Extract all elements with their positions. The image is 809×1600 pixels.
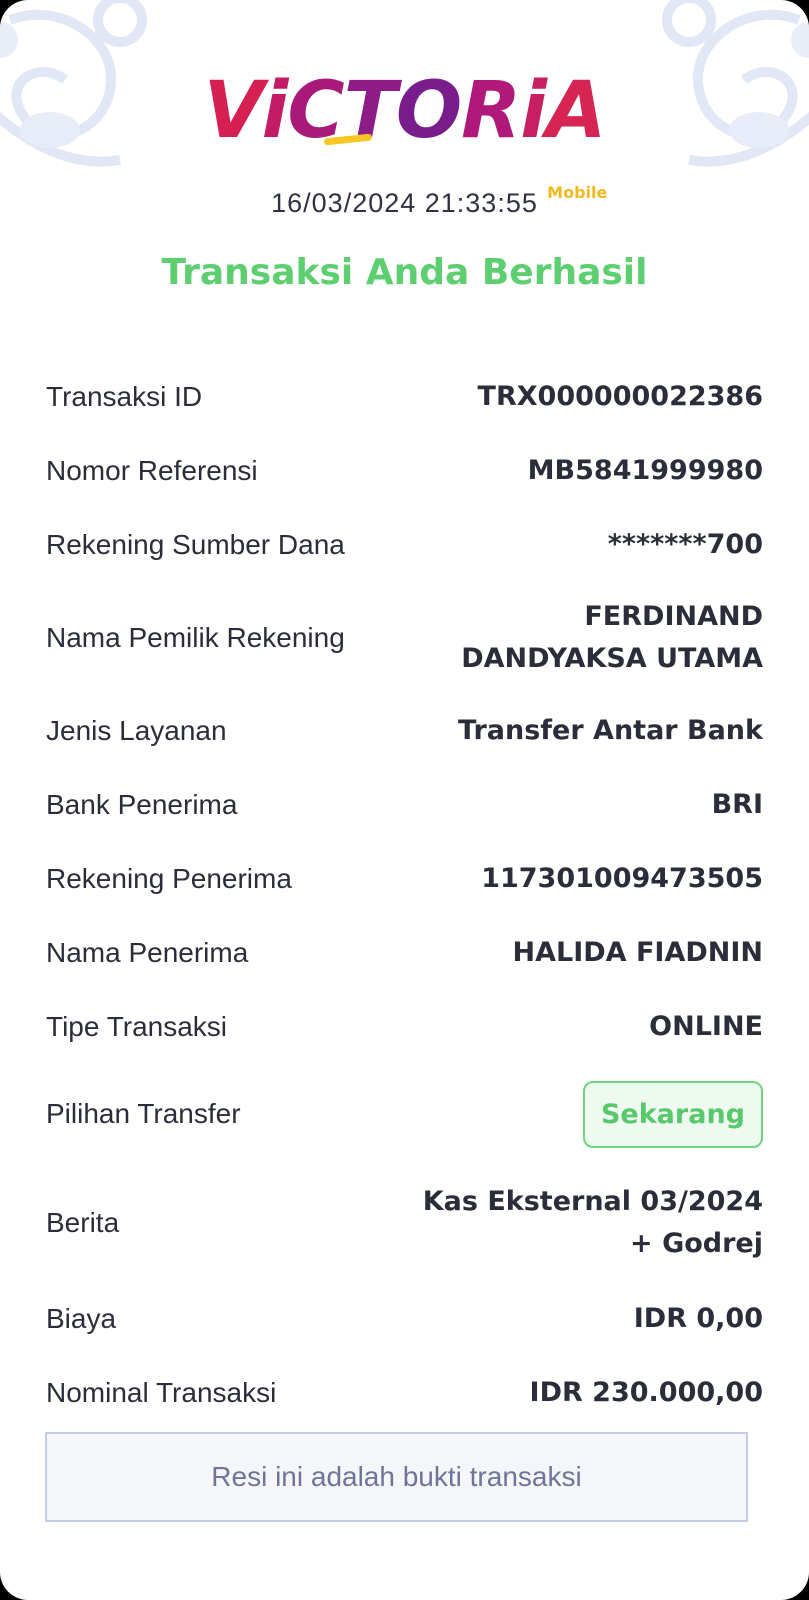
detail-label: Bank Penerima bbox=[46, 789, 238, 820]
detail-label: Berita bbox=[46, 1207, 120, 1238]
detail-row-recipient-name: Nama Penerima HALIDA FIADNIN bbox=[46, 916, 763, 990]
detail-value: IDR 0,00 bbox=[633, 1303, 763, 1334]
transaction-details: Transaksi ID TRX000000022386 Nomor Refer… bbox=[46, 360, 763, 1430]
logo-letter: i bbox=[261, 66, 289, 156]
detail-row-account-owner: Nama Pemilik Rekening FERDINAND DANDYAKS… bbox=[46, 582, 763, 694]
detail-value: BRI bbox=[711, 789, 763, 820]
detail-label: Rekening Penerima bbox=[46, 863, 292, 894]
brand-logo: ViCTORiA Mobile bbox=[0, 66, 809, 202]
detail-value: MB5841999980 bbox=[527, 455, 763, 486]
detail-row-fee: Biaya IDR 0,00 bbox=[46, 1282, 763, 1356]
detail-row-transaction-id: Transaksi ID TRX000000022386 bbox=[46, 360, 763, 434]
brand-logo-text: ViCTORiA Mobile bbox=[203, 66, 608, 202]
detail-row-transaction-type: Tipe Transaksi ONLINE bbox=[46, 990, 763, 1064]
detail-value-line: Kas Eksternal 03/2024 bbox=[422, 1186, 763, 1217]
detail-value-line: FERDINAND bbox=[584, 601, 763, 632]
detail-value: *******700 bbox=[607, 529, 763, 560]
logo-letters: ViCTORiA bbox=[203, 66, 607, 156]
detail-label: Nominal Transaksi bbox=[46, 1377, 277, 1408]
detail-value: Transfer Antar Bank bbox=[458, 715, 763, 746]
detail-value: 117301009473505 bbox=[481, 863, 763, 894]
detail-value: ONLINE bbox=[649, 1011, 763, 1042]
transfer-option-badge: Sekarang bbox=[582, 1080, 763, 1148]
transaction-datetime: 16/03/2024 21:33:55 bbox=[271, 188, 538, 218]
detail-label: Nama Penerima bbox=[46, 937, 249, 968]
detail-label: Jenis Layanan bbox=[46, 715, 227, 746]
detail-label: Transaksi ID bbox=[46, 381, 203, 412]
logo-letter: O bbox=[395, 66, 462, 156]
detail-row-source-account: Rekening Sumber Dana *******700 bbox=[46, 508, 763, 582]
logo-letter: i bbox=[520, 66, 547, 156]
detail-row-message: Berita Kas Eksternal 03/2024 + Godrej bbox=[46, 1164, 763, 1282]
detail-value-line: + Godrej bbox=[630, 1228, 763, 1259]
receipt-proof-note: Resi ini adalah bukti transaksi bbox=[45, 1432, 748, 1522]
logo-letter: R bbox=[461, 66, 521, 156]
detail-row-transfer-option: Pilihan Transfer Sekarang bbox=[46, 1064, 763, 1164]
receipt-screen: ViCTORiA Mobile 16/03/2024 21:33:55 Tran… bbox=[0, 0, 809, 1600]
detail-label: Biaya bbox=[46, 1303, 117, 1334]
transaction-status-title: Transaksi Anda Berhasil bbox=[161, 252, 648, 293]
detail-label: Pilihan Transfer bbox=[46, 1098, 241, 1129]
detail-row-recipient-bank: Bank Penerima BRI bbox=[46, 768, 763, 842]
detail-row-recipient-account: Rekening Penerima 117301009473505 bbox=[46, 842, 763, 916]
detail-value-line: DANDYAKSA UTAMA bbox=[461, 643, 763, 674]
detail-label: Tipe Transaksi bbox=[46, 1011, 228, 1042]
detail-label: Nomor Referensi bbox=[46, 455, 258, 486]
logo-letter: V bbox=[203, 66, 263, 156]
detail-value: FERDINAND DANDYAKSA UTAMA bbox=[461, 596, 763, 680]
detail-label: Rekening Sumber Dana bbox=[46, 529, 345, 560]
detail-value: IDR 230.000,00 bbox=[529, 1377, 763, 1408]
detail-value: Kas Eksternal 03/2024 + Godrej bbox=[423, 1181, 763, 1265]
detail-value: TRX000000022386 bbox=[477, 381, 763, 412]
detail-value: HALIDA FIADNIN bbox=[512, 937, 764, 968]
detail-row-service-type: Jenis Layanan Transfer Antar Bank bbox=[46, 694, 763, 768]
detail-row-reference-number: Nomor Referensi MB5841999980 bbox=[46, 434, 763, 508]
detail-label: Nama Pemilik Rekening bbox=[46, 622, 345, 653]
logo-letter: A bbox=[545, 66, 606, 156]
detail-row-amount: Nominal Transaksi IDR 230.000,00 bbox=[46, 1356, 763, 1430]
